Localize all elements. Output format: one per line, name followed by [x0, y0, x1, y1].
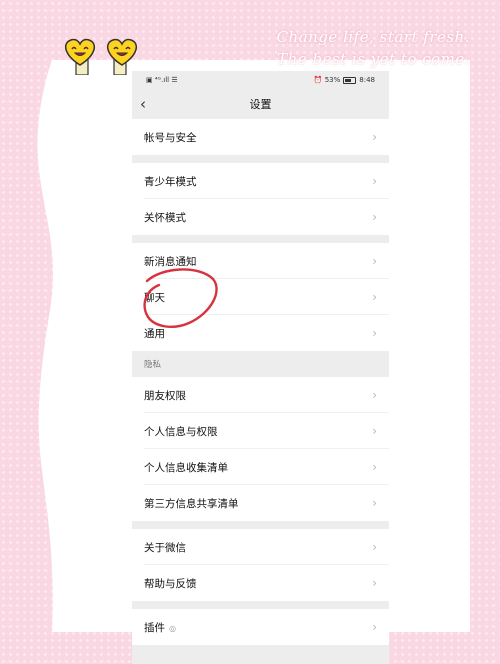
settings-item-about[interactable]: 关于微信 › — [132, 529, 389, 565]
settings-item-notifications[interactable]: 新消息通知 › — [132, 243, 389, 279]
settings-item-label: 青少年模式 — [144, 175, 197, 188]
battery-percent: ⏰ 53% — [313, 76, 341, 84]
settings-item-label: 个人信息与权限 — [144, 425, 218, 438]
settings-item-general[interactable]: 通用 › — [132, 315, 389, 351]
chevron-right-icon: › — [372, 460, 377, 474]
settings-item-label: 新消息通知 — [144, 255, 197, 268]
chevron-right-icon: › — [372, 254, 377, 268]
settings-item-label: 个人信息收集清单 — [144, 461, 228, 474]
chevron-right-icon: › — [372, 290, 377, 304]
status-bar: ▣ ⁴ᴳ.ıll ☰ ⏰ 53% 8:48 — [132, 71, 389, 89]
settings-item-label: 聊天 — [144, 291, 165, 304]
chevron-right-icon: › — [372, 496, 377, 510]
chevron-right-icon: › — [372, 326, 377, 340]
settings-item-third-party-sharing[interactable]: 第三方信息共享清单 › — [132, 485, 389, 521]
settings-item-label: 帮助与反馈 — [144, 577, 197, 590]
settings-item-friend-permissions[interactable]: 朋友权限 › — [132, 377, 389, 413]
chevron-right-icon: › — [372, 424, 377, 438]
group-separator — [132, 601, 389, 609]
tagline-line-1: Change life, start fresh. — [276, 28, 470, 46]
location-pin-icon: ◎ — [169, 623, 176, 633]
chevron-right-icon: › — [372, 540, 377, 554]
group-separator — [132, 155, 389, 163]
settings-item-account-security[interactable]: 帐号与安全 › — [132, 119, 389, 155]
heart-face-sticker-icon — [64, 38, 96, 75]
phone-screenshot: ▣ ⁴ᴳ.ıll ☰ ⏰ 53% 8:48 ‹ 设置 帐号与安全 › 青少年模式… — [132, 71, 389, 664]
settings-item-label: 第三方信息共享清单 — [144, 497, 239, 510]
group-separator — [132, 235, 389, 243]
settings-item-label-wrap: 插件 ◎ — [144, 620, 176, 635]
tagline-line-2: The best is yet to come. — [277, 50, 470, 68]
chevron-right-icon: › — [372, 130, 377, 144]
heart-face-sticker-icon — [106, 38, 138, 75]
chevron-right-icon: › — [372, 388, 377, 402]
settings-item-label: 关于微信 — [144, 541, 186, 554]
status-time: 8:48 — [359, 76, 375, 84]
settings-item-label: 朋友权限 — [144, 389, 186, 402]
chevron-right-icon: › — [372, 174, 377, 188]
page-title: 设置 — [249, 98, 272, 111]
settings-item-personal-info-permissions[interactable]: 个人信息与权限 › — [132, 413, 389, 449]
battery-icon — [343, 76, 357, 84]
section-header-privacy: 隐私 — [132, 351, 389, 377]
nav-bar: ‹ 设置 — [132, 89, 389, 119]
tagline: Change life, start fresh. The best is ye… — [277, 26, 470, 70]
settings-item-label: 通用 — [144, 327, 165, 340]
group-separator — [132, 521, 389, 529]
chevron-right-icon: › — [372, 576, 377, 590]
status-icons-left: ▣ ⁴ᴳ.ıll ☰ — [146, 76, 178, 84]
chevron-right-icon: › — [372, 620, 377, 634]
settings-item-personal-info-collection[interactable]: 个人信息收集清单 › — [132, 449, 389, 485]
settings-item-teen-mode[interactable]: 青少年模式 › — [132, 163, 389, 199]
settings-item-care-mode[interactable]: 关怀模式 › — [132, 199, 389, 235]
settings-item-label: 关怀模式 — [144, 211, 186, 224]
back-arrow-icon[interactable]: ‹ — [140, 89, 160, 119]
settings-item-label: 插件 — [144, 621, 165, 634]
status-icons-right: ⏰ 53% 8:48 — [314, 76, 375, 84]
settings-item-label: 帐号与安全 — [144, 131, 197, 144]
settings-item-chat[interactable]: 聊天 › — [132, 279, 389, 315]
chevron-right-icon: › — [372, 210, 377, 224]
settings-item-plugins[interactable]: 插件 ◎ › — [132, 609, 389, 645]
settings-item-help-feedback[interactable]: 帮助与反馈 › — [132, 565, 389, 601]
